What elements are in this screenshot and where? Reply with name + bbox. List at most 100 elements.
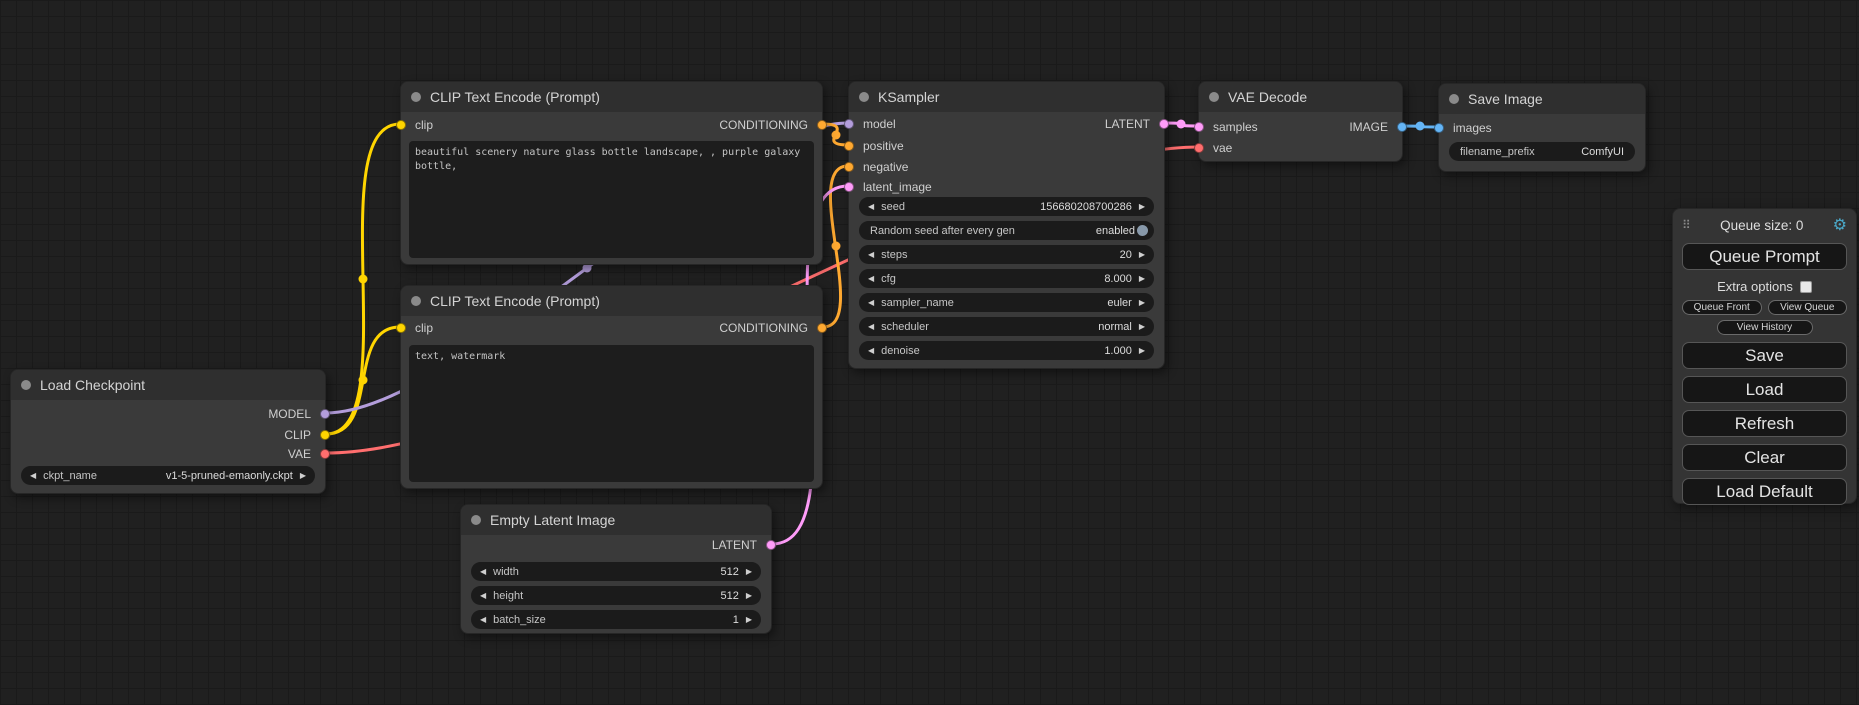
increment-arrow-icon[interactable]: ▶ xyxy=(1139,299,1145,307)
save-button[interactable]: Save xyxy=(1682,342,1847,369)
node-empty-latent-image[interactable]: Empty Latent Image LATENT ◀ width 512 ▶ … xyxy=(460,504,772,634)
output-slot-vae[interactable]: VAE xyxy=(288,444,325,464)
width-widget[interactable]: ◀ width 512 ▶ xyxy=(471,562,761,581)
increment-arrow-icon[interactable]: ▶ xyxy=(1139,203,1145,211)
input-slot-clip[interactable]: clip xyxy=(401,115,433,135)
image-port-icon[interactable] xyxy=(1397,122,1407,132)
collapse-dot-icon[interactable] xyxy=(21,380,31,390)
input-slot-clip[interactable]: clip xyxy=(401,318,433,338)
conditioning-port-icon[interactable] xyxy=(817,120,827,130)
queue-front-button[interactable]: Queue Front xyxy=(1682,300,1762,315)
clip-port-icon[interactable] xyxy=(320,430,330,440)
decrement-arrow-icon[interactable]: ◀ xyxy=(868,275,874,283)
latent-port-icon[interactable] xyxy=(1159,119,1169,129)
output-slot-latent[interactable]: LATENT xyxy=(712,535,771,555)
collapse-dot-icon[interactable] xyxy=(1209,92,1219,102)
output-slot-clip[interactable]: CLIP xyxy=(284,425,325,445)
scheduler-widget[interactable]: ◀ scheduler normal ▶ xyxy=(859,317,1154,336)
node-title-bar[interactable]: Empty Latent Image xyxy=(461,505,771,535)
batch-size-widget[interactable]: ◀ batch_size 1 ▶ xyxy=(471,610,761,629)
increment-arrow-icon[interactable]: ▶ xyxy=(746,616,752,624)
node-title-bar[interactable]: Save Image xyxy=(1439,84,1645,114)
collapse-dot-icon[interactable] xyxy=(411,92,421,102)
vae-port-icon[interactable] xyxy=(320,449,330,459)
cfg-widget[interactable]: ◀ cfg 8.000 ▶ xyxy=(859,269,1154,288)
output-slot-model[interactable]: MODEL xyxy=(268,404,325,424)
queue-prompt-button[interactable]: Queue Prompt xyxy=(1682,243,1847,270)
random-seed-toggle-widget[interactable]: Random seed after every gen enabled xyxy=(859,221,1154,240)
node-clip-text-encode-negative[interactable]: CLIP Text Encode (Prompt) clip CONDITION… xyxy=(400,285,823,489)
collapse-dot-icon[interactable] xyxy=(1449,94,1459,104)
output-slot-image[interactable]: IMAGE xyxy=(1349,117,1402,137)
node-title-bar[interactable]: KSampler xyxy=(849,82,1164,112)
seed-widget[interactable]: ◀ seed 156680208700286 ▶ xyxy=(859,197,1154,216)
increment-arrow-icon[interactable]: ▶ xyxy=(300,472,306,480)
load-default-button[interactable]: Load Default xyxy=(1682,478,1847,505)
conditioning-port-icon[interactable] xyxy=(817,323,827,333)
node-clip-text-encode-positive[interactable]: CLIP Text Encode (Prompt) clip CONDITION… xyxy=(400,81,823,265)
clip-port-icon[interactable] xyxy=(396,323,406,333)
output-slot-conditioning[interactable]: CONDITIONING xyxy=(719,115,822,135)
node-title-bar[interactable]: CLIP Text Encode (Prompt) xyxy=(401,82,822,112)
decrement-arrow-icon[interactable]: ◀ xyxy=(480,592,486,600)
output-slot-conditioning[interactable]: CONDITIONING xyxy=(719,318,822,338)
decrement-arrow-icon[interactable]: ◀ xyxy=(30,472,36,480)
positive-prompt-textarea[interactable]: beautiful scenery nature glass bottle la… xyxy=(409,141,814,258)
input-slot-vae[interactable]: vae xyxy=(1199,138,1232,158)
decrement-arrow-icon[interactable]: ◀ xyxy=(868,203,874,211)
input-slot-images[interactable]: images xyxy=(1439,118,1492,138)
decrement-arrow-icon[interactable]: ◀ xyxy=(868,347,874,355)
node-title-bar[interactable]: Load Checkpoint xyxy=(11,370,325,400)
node-title-bar[interactable]: VAE Decode xyxy=(1199,82,1402,112)
latent-port-icon[interactable] xyxy=(1194,122,1204,132)
decrement-arrow-icon[interactable]: ◀ xyxy=(868,251,874,259)
graph-canvas[interactable]: { "colors": { "model": "#B39DDB", "clip"… xyxy=(0,0,1859,705)
load-button[interactable]: Load xyxy=(1682,376,1847,403)
image-port-icon[interactable] xyxy=(1434,123,1444,133)
vae-port-icon[interactable] xyxy=(1194,143,1204,153)
input-slot-model[interactable]: model xyxy=(849,114,896,134)
increment-arrow-icon[interactable]: ▶ xyxy=(746,568,752,576)
filename-prefix-widget[interactable]: filename_prefix ComfyUI xyxy=(1449,142,1635,161)
input-slot-latent-image[interactable]: latent_image xyxy=(849,177,932,197)
collapse-dot-icon[interactable] xyxy=(411,296,421,306)
negative-prompt-textarea[interactable]: text, watermark xyxy=(409,345,814,482)
node-title-bar[interactable]: CLIP Text Encode (Prompt) xyxy=(401,286,822,316)
sampler-name-widget[interactable]: ◀ sampler_name euler ▶ xyxy=(859,293,1154,312)
extra-options-checkbox[interactable] xyxy=(1800,281,1812,293)
latent-port-icon[interactable] xyxy=(766,540,776,550)
output-slot-latent[interactable]: LATENT xyxy=(1105,114,1164,134)
refresh-button[interactable]: Refresh xyxy=(1682,410,1847,437)
decrement-arrow-icon[interactable]: ◀ xyxy=(480,616,486,624)
increment-arrow-icon[interactable]: ▶ xyxy=(1139,251,1145,259)
input-slot-samples[interactable]: samples xyxy=(1199,117,1258,137)
denoise-widget[interactable]: ◀ denoise 1.000 ▶ xyxy=(859,341,1154,360)
increment-arrow-icon[interactable]: ▶ xyxy=(1139,347,1145,355)
clip-port-icon[interactable] xyxy=(396,120,406,130)
model-port-icon[interactable] xyxy=(320,409,330,419)
height-widget[interactable]: ◀ height 512 ▶ xyxy=(471,586,761,605)
input-slot-positive[interactable]: positive xyxy=(849,136,904,156)
drag-handle-icon[interactable]: ⠿ xyxy=(1682,218,1691,232)
toggle-knob-icon[interactable] xyxy=(1137,225,1148,236)
node-save-image[interactable]: Save Image images filename_prefix ComfyU… xyxy=(1438,83,1646,172)
view-history-button[interactable]: View History xyxy=(1717,320,1813,335)
decrement-arrow-icon[interactable]: ◀ xyxy=(868,323,874,331)
increment-arrow-icon[interactable]: ▶ xyxy=(1139,323,1145,331)
node-vae-decode[interactable]: VAE Decode samples vae IMAGE xyxy=(1198,81,1403,162)
clear-button[interactable]: Clear xyxy=(1682,444,1847,471)
increment-arrow-icon[interactable]: ▶ xyxy=(1139,275,1145,283)
steps-widget[interactable]: ◀ steps 20 ▶ xyxy=(859,245,1154,264)
latent-port-icon[interactable] xyxy=(844,182,854,192)
node-ksampler[interactable]: KSampler model positive negative latent_… xyxy=(848,81,1165,369)
collapse-dot-icon[interactable] xyxy=(471,515,481,525)
collapse-dot-icon[interactable] xyxy=(859,92,869,102)
input-slot-negative[interactable]: negative xyxy=(849,157,908,177)
decrement-arrow-icon[interactable]: ◀ xyxy=(480,568,486,576)
conditioning-port-icon[interactable] xyxy=(844,162,854,172)
model-port-icon[interactable] xyxy=(844,119,854,129)
settings-gear-icon[interactable]: ⚙ xyxy=(1833,215,1847,235)
increment-arrow-icon[interactable]: ▶ xyxy=(746,592,752,600)
conditioning-port-icon[interactable] xyxy=(844,141,854,151)
view-queue-button[interactable]: View Queue xyxy=(1768,300,1848,315)
